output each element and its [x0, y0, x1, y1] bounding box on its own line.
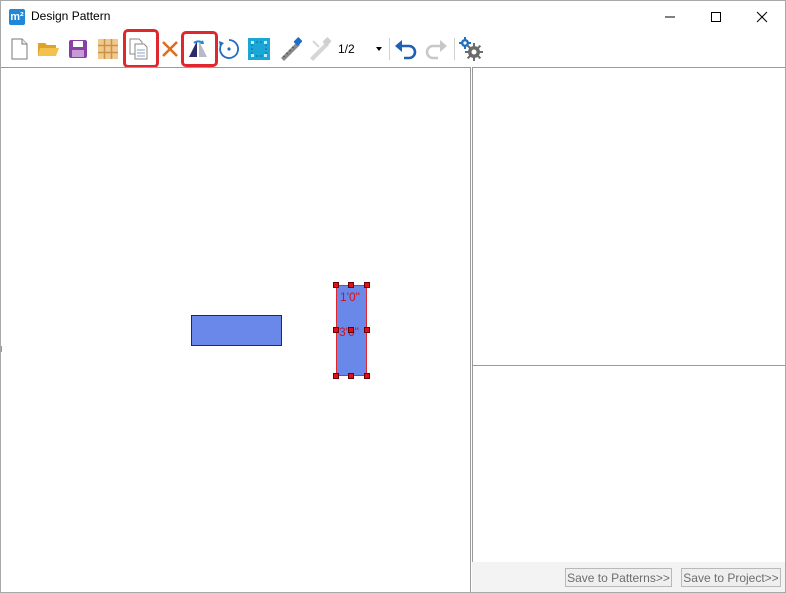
saw-cut-button[interactable]	[277, 35, 303, 63]
open-button[interactable]	[35, 35, 61, 63]
undo-button[interactable]	[393, 35, 419, 63]
select-all-icon	[248, 38, 270, 60]
tile-rectangle-horizontal[interactable]	[191, 315, 282, 346]
open-folder-icon	[38, 43, 59, 56]
page-select-value: 1/2	[338, 42, 355, 56]
copy-button-highlight	[123, 29, 159, 68]
minimize-button[interactable]	[647, 1, 693, 32]
grid-button[interactable]	[95, 35, 121, 63]
resize-handle[interactable]	[348, 282, 354, 288]
resize-handle[interactable]	[333, 373, 339, 379]
redo-icon	[425, 40, 447, 60]
app-logo: m²	[9, 9, 25, 25]
save-icon	[69, 40, 87, 58]
canvas-edge-tick	[1, 346, 2, 352]
resize-handle[interactable]	[364, 282, 370, 288]
saw-cut-disabled-icon	[310, 37, 331, 61]
design-pattern-window: m² Design Pattern 1/2 1'0" Save to Patte…	[0, 0, 786, 593]
save-button[interactable]	[65, 35, 91, 63]
resize-handle[interactable]	[364, 373, 370, 379]
new-icon	[11, 38, 28, 60]
delete-button[interactable]	[157, 35, 183, 63]
grid-icon	[98, 39, 118, 59]
close-icon	[756, 11, 768, 22]
save-to-project-button[interactable]: Save to Project>>	[681, 568, 781, 587]
redo-button[interactable]	[423, 35, 449, 63]
resize-handle[interactable]	[364, 327, 370, 333]
tile-width-dimension: 1'0"	[340, 290, 360, 304]
rotate-button[interactable]	[216, 35, 242, 63]
toolbar-separator	[389, 38, 390, 60]
design-canvas[interactable]: 1'0" 3'0"	[1, 67, 471, 592]
resize-handle[interactable]	[333, 327, 339, 333]
saw-cut-disabled-button[interactable]	[306, 35, 332, 63]
footer-bar: Save to Patterns>> Save to Project>>	[472, 562, 785, 592]
minimize-icon	[665, 16, 675, 17]
chevron-down-icon	[376, 47, 382, 51]
save-to-patterns-button[interactable]: Save to Patterns>>	[565, 568, 672, 587]
project-preview-pane	[472, 365, 785, 563]
settings-icon	[459, 37, 483, 61]
new-button[interactable]	[6, 35, 32, 63]
window-title: Design Pattern	[31, 9, 111, 23]
toolbar-separator	[454, 38, 455, 60]
mirror-button-highlight	[181, 31, 218, 67]
toolbar: 1/2	[1, 32, 785, 66]
page-select-dropdown[interactable]: 1/2	[334, 38, 386, 60]
resize-handle[interactable]	[333, 282, 339, 288]
maximize-button[interactable]	[693, 1, 739, 32]
resize-handle[interactable]	[348, 373, 354, 379]
undo-icon	[395, 40, 417, 60]
select-all-button[interactable]	[246, 35, 272, 63]
resize-handle[interactable]	[348, 327, 354, 333]
pattern-preview-pane	[472, 67, 785, 366]
maximize-icon	[711, 11, 721, 22]
close-button[interactable]	[739, 1, 785, 32]
delete-icon	[162, 41, 178, 57]
rotate-icon	[219, 39, 239, 59]
saw-cut-icon	[281, 37, 302, 61]
title-bar: m² Design Pattern	[1, 1, 785, 32]
settings-button[interactable]	[458, 35, 484, 63]
